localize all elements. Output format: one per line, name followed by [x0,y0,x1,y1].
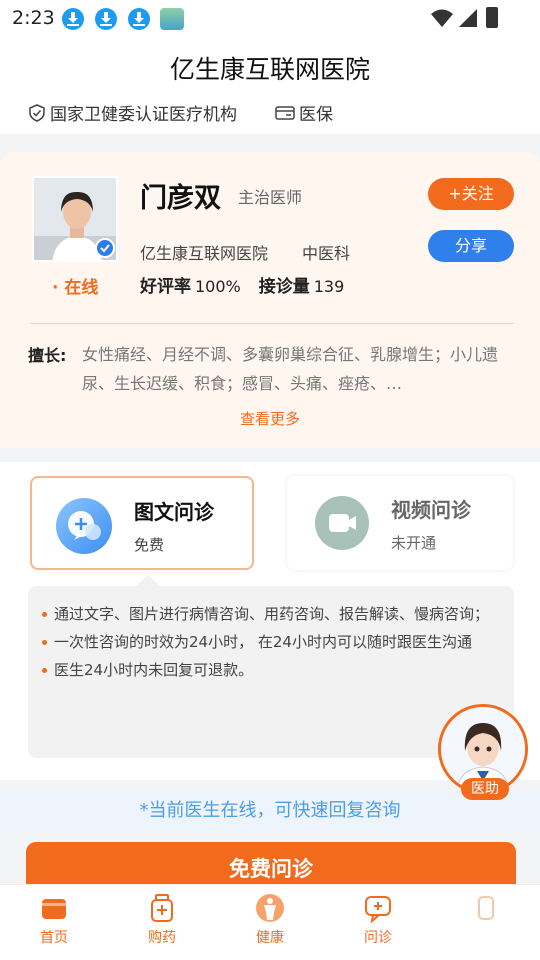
app-notification-icon [160,8,184,30]
video-camera-icon [315,496,369,550]
text-consult-title: 图文问诊 [134,500,214,524]
video-consult-option[interactable]: 视频问诊 未开通 [287,476,513,570]
assistant-label[interactable]: 医助 [461,778,509,800]
chat-plus-icon [56,498,112,554]
certification-text: 国家卫健委认证医疗机构 [50,105,237,125]
battery-icon [486,7,498,28]
verified-icon [95,238,115,258]
tab-label: 购药 [148,930,176,946]
status-time: 2:23 [12,7,55,29]
doctor-card: · 在线 门彦双 主治医师 +关注 分享 亿生康互联网医院 中医科 好评率 100… [0,152,540,448]
tab-label: 问诊 [364,930,392,946]
cellular-icon [459,9,477,27]
follow-button[interactable]: +关注 [428,178,514,210]
text-consult-option[interactable]: 图文问诊 免费 [30,476,254,570]
video-consult-title: 视频问诊 [391,498,471,522]
video-consult-status: 未开通 [391,534,437,552]
tab-profile[interactable] [446,893,526,927]
status-bar: 2:23 [0,0,540,38]
download-icon [128,8,150,30]
description-item: 通过文字、图片进行病情咨询、用药咨询、报告解读、慢病咨询； [40,600,496,628]
description-item: 一次性咨询的时效为24小时， 在24小时内可以随时跟医生沟通 [40,628,496,656]
tab-home[interactable]: 首页 [14,893,94,947]
bottom-tab-bar: 首页 购药 健康 问诊 [0,884,540,960]
share-button[interactable]: 分享 [428,230,514,262]
tab-label: 健康 [256,930,284,946]
certification-badge: 国家卫健委认证医疗机构 [28,100,237,125]
tab-label: 首页 [40,930,68,946]
tab-consult[interactable]: 问诊 [338,893,418,947]
doctor-hospital: 亿生康互联网医院 [140,244,269,263]
doctor-title: 主治医师 [238,188,303,207]
page-title: 亿生康互联网医院 [169,55,370,84]
consult-count-value: 139 [313,277,345,296]
online-status: · 在线 [52,278,99,298]
tab-pharmacy[interactable]: 购药 [122,893,202,947]
home-icon [42,899,66,919]
medicine-bottle-icon [151,894,173,922]
online-notice: *当前医生在线，可快速回复咨询 [0,792,540,830]
body-icon [256,894,284,922]
profile-icon [478,896,494,920]
chat-plus-icon [365,896,391,923]
card-icon [275,105,295,120]
text-consult-price: 免费 [134,536,165,554]
doctor-stats: 好评率 100% 接诊量 139 [140,272,344,297]
doctor-name: 门彦双 [140,183,221,214]
download-icon [95,8,117,30]
doctor-department: 中医科 [302,244,351,263]
insurance-badge: 医保 [275,100,333,125]
insurance-text: 医保 [299,105,333,125]
shield-check-icon [29,103,45,122]
page-header: 亿生康互联网医院 国家卫健委认证医疗机构 医保 [0,38,540,134]
download-icon [62,8,84,30]
tab-health[interactable]: 健康 [230,893,310,947]
specialty-text: 女性痛经、月经不调、多囊卵巢综合征、乳腺增生；小儿遗尿、生长迟缓、积食；感冒、头… [82,345,499,393]
description-item: 医生24小时内未回复可退款。 [40,656,496,684]
divider [30,323,514,324]
view-more-link[interactable]: 查看更多 [0,408,540,429]
rating-value: 100% [195,277,241,296]
rating-label: 好评率 [140,277,191,297]
wifi-icon [431,9,453,27]
consult-count-label: 接诊量 [258,277,310,297]
specialty-label: 擅长: [28,346,67,365]
